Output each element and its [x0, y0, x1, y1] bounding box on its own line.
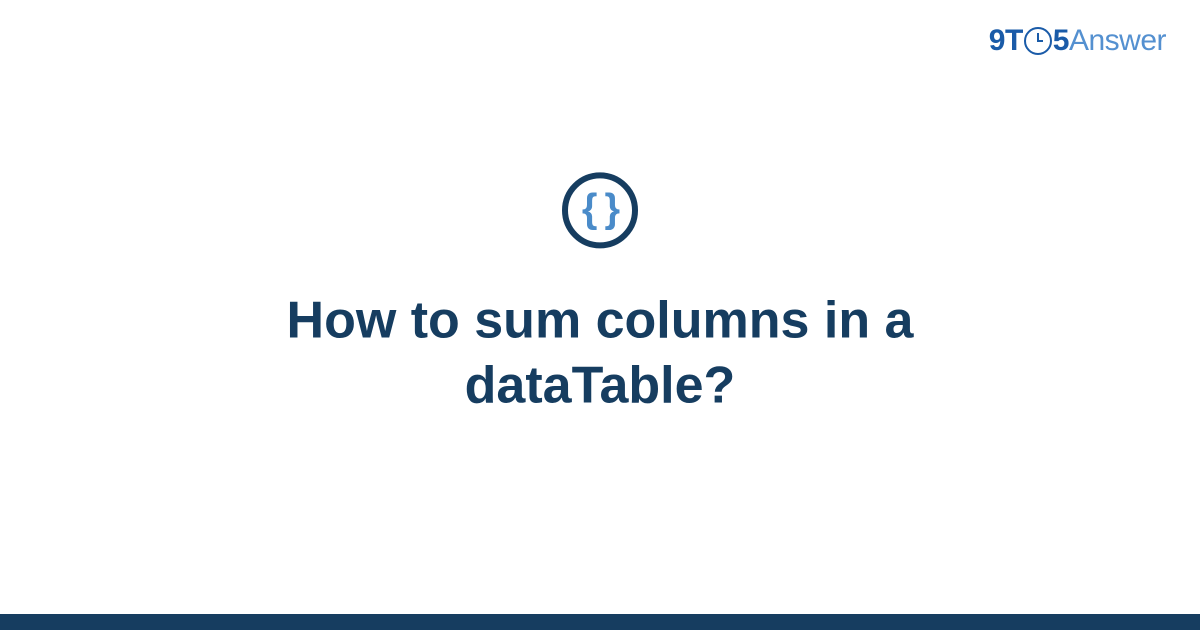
- logo-part-T: T: [1005, 24, 1023, 58]
- logo-part-5: 5: [1053, 24, 1069, 58]
- topic-badge: { }: [562, 172, 638, 248]
- code-braces-icon: { }: [582, 188, 618, 228]
- logo-part-answer: Answer: [1069, 24, 1166, 58]
- footer-bar: [0, 614, 1200, 630]
- main-content: { } How to sum columns in a dataTable?: [60, 172, 1140, 418]
- logo-part-9: 9: [989, 24, 1005, 58]
- site-logo: 9 T 5 Answer: [989, 24, 1166, 58]
- page-title: How to sum columns in a dataTable?: [150, 288, 1050, 418]
- clock-icon: [1024, 27, 1052, 55]
